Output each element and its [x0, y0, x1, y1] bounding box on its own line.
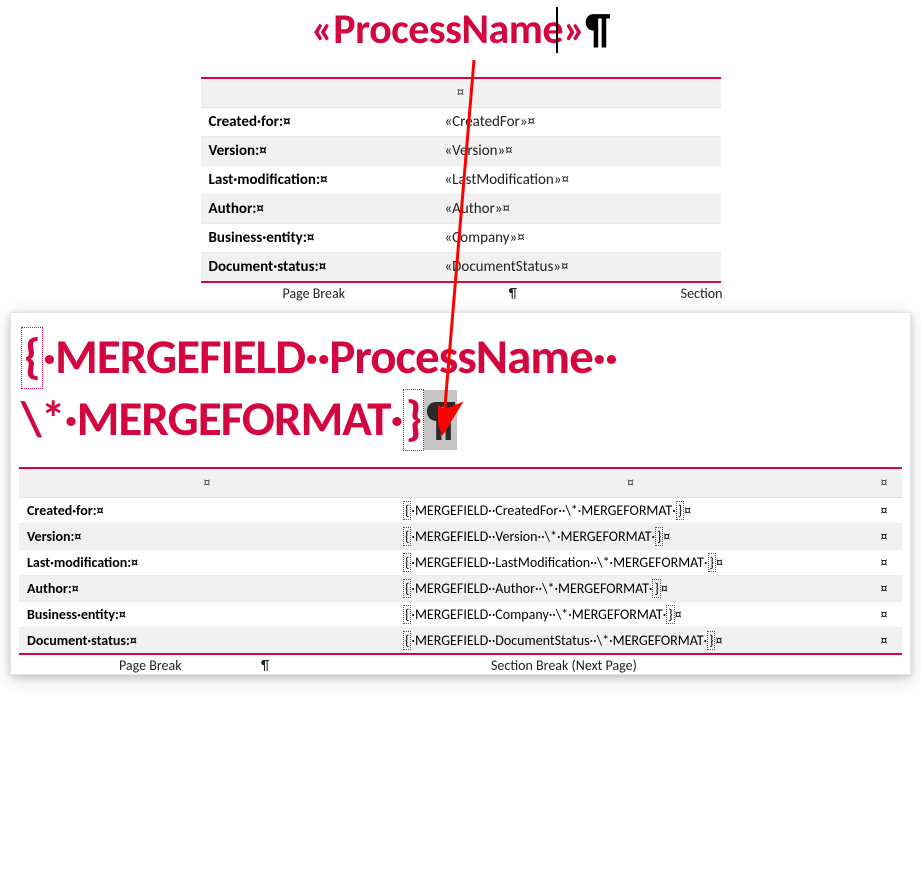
title-text: «ProcessName» — [311, 4, 585, 55]
value-cell: «Author»¤ — [437, 195, 721, 224]
table-row: Document·status:¤ {·MERGEFIELD··Document… — [19, 627, 902, 654]
text-cursor — [556, 7, 558, 53]
code-cell: {·MERGEFIELD··Company··\*·MERGEFORMAT·}¤ — [395, 601, 866, 627]
table-header-mark: ¤ — [19, 468, 395, 498]
pilcrow-icon: ¶ — [261, 657, 301, 674]
mergefield-title-top: «ProcessName»¶ — [201, 4, 721, 55]
row-end-mark: ¤ — [866, 627, 902, 654]
value-cell: «Company»¤ — [437, 224, 721, 253]
label-cell: Business·entity:¤ — [201, 224, 437, 253]
field-code-small: {·MERGEFIELD··LastModification··\*·MERGE… — [403, 554, 723, 571]
table-row: Business·entity:¤ «Company»¤ — [201, 224, 721, 253]
top-document-view: «ProcessName»¶ ¤ Created·for:¤ «CreatedF… — [201, 4, 721, 302]
row-end-mark: ¤ — [866, 601, 902, 627]
field-open-brace: { — [21, 327, 43, 389]
table-header-mark: ¤ — [201, 78, 721, 108]
row-end-mark: ¤ — [866, 497, 902, 523]
code-cell: {·MERGEFIELD··Version··\*·MERGEFORMAT·}¤ — [395, 523, 866, 549]
row-end-mark: ¤ — [866, 575, 902, 601]
section-break-label-partial: Section — [681, 285, 723, 302]
field-code-line1-text: ·MERGEFIELD··ProcessName·· — [43, 327, 617, 387]
table-row: Created·for:¤ «CreatedFor»¤ — [201, 108, 721, 137]
pilcrow-icon: ¶ — [426, 389, 454, 449]
value-cell: «DocumentStatus»¤ — [437, 253, 721, 283]
label-cell: Business·entity:¤ — [19, 601, 395, 627]
label-cell: Version:¤ — [201, 137, 437, 166]
row-end-mark: ¤ — [866, 523, 902, 549]
code-cell: {·MERGEFIELD··DocumentStatus··\*·MERGEFO… — [395, 627, 866, 654]
mergefield-code-large: {·MERGEFIELD··ProcessName·· \*·MERGEFORM… — [19, 327, 902, 451]
field-code-small: {·MERGEFIELD··Version··\*·MERGEFORMAT·}¤ — [403, 528, 670, 545]
table-row: Author:¤ {·MERGEFIELD··Author··\*·MERGEF… — [19, 575, 902, 601]
field-code-small: {·MERGEFIELD··Company··\*·MERGEFORMAT·}¤ — [403, 606, 682, 623]
label-cell: Document·status:¤ — [19, 627, 395, 654]
label-cell: Created·for:¤ — [201, 108, 437, 137]
section-break-label: Section Break (Next Page) — [301, 657, 904, 674]
row-end-mark: ¤ — [866, 549, 902, 575]
label-cell: Last·modification:¤ — [201, 166, 437, 195]
table-row: Version:¤ «Version»¤ — [201, 137, 721, 166]
table-row: Version:¤ {·MERGEFIELD··Version··\*·MERG… — [19, 523, 902, 549]
code-cell: {·MERGEFIELD··Author··\*·MERGEFORMAT·}¤ — [395, 575, 866, 601]
label-cell: Author:¤ — [201, 195, 437, 224]
value-cell: «CreatedFor»¤ — [437, 108, 721, 137]
field-code-small: {·MERGEFIELD··Author··\*·MERGEFORMAT·}¤ — [403, 580, 668, 597]
bottom-fieldcode-view: {·MERGEFIELD··ProcessName·· \*·MERGEFORM… — [10, 312, 911, 675]
table-row: Created·for:¤ {·MERGEFIELD··CreatedFor··… — [19, 497, 902, 523]
value-cell: «LastModification»¤ — [437, 166, 721, 195]
table-row: Last·modification:¤ «LastModification»¤ — [201, 166, 721, 195]
label-cell: Author:¤ — [19, 575, 395, 601]
table-header-mark: ¤ — [866, 468, 902, 498]
field-code-line2-a: \*·MERGEFORMAT· — [21, 389, 403, 449]
table-row: Business·entity:¤ {·MERGEFIELD··Company·… — [19, 601, 902, 627]
pilcrow-icon: ¶ — [345, 285, 681, 302]
field-close-brace: } — [403, 389, 425, 451]
code-cell: {·MERGEFIELD··LastModification··\*·MERGE… — [395, 549, 866, 575]
breaks-row-bottom: Page Break ¶ Section Break (Next Page) — [19, 655, 906, 674]
code-cell: {·MERGEFIELD··CreatedFor··\*·MERGEFORMAT… — [395, 497, 866, 523]
label-cell: Last·modification:¤ — [19, 549, 395, 575]
field-code-small: {·MERGEFIELD··DocumentStatus··\*·MERGEFO… — [403, 632, 722, 649]
label-cell: Created·for:¤ — [19, 497, 395, 523]
table-row: Last·modification:¤ {·MERGEFIELD··LastMo… — [19, 549, 902, 575]
selection-highlight: ¶ — [424, 390, 456, 450]
page-break-label: Page Break — [21, 657, 261, 674]
table-header-mark: ¤ — [395, 468, 866, 498]
page-break-label: Page Break — [283, 285, 346, 302]
table-row: Author:¤ «Author»¤ — [201, 195, 721, 224]
metadata-table-bottom: ¤ ¤ ¤ Created·for:¤ {·MERGEFIELD··Create… — [19, 467, 902, 655]
metadata-table-top: ¤ Created·for:¤ «CreatedFor»¤ Version:¤ … — [201, 77, 721, 283]
label-cell: Version:¤ — [19, 523, 395, 549]
pilcrow-icon: ¶ — [585, 4, 610, 55]
label-cell: Document·status:¤ — [201, 253, 437, 283]
field-code-small: {·MERGEFIELD··CreatedFor··\*·MERGEFORMAT… — [403, 502, 691, 519]
breaks-row-top: Page Break ¶ Section — [201, 283, 725, 302]
value-cell: «Version»¤ — [437, 137, 721, 166]
table-row: Document·status:¤ «DocumentStatus»¤ — [201, 253, 721, 283]
